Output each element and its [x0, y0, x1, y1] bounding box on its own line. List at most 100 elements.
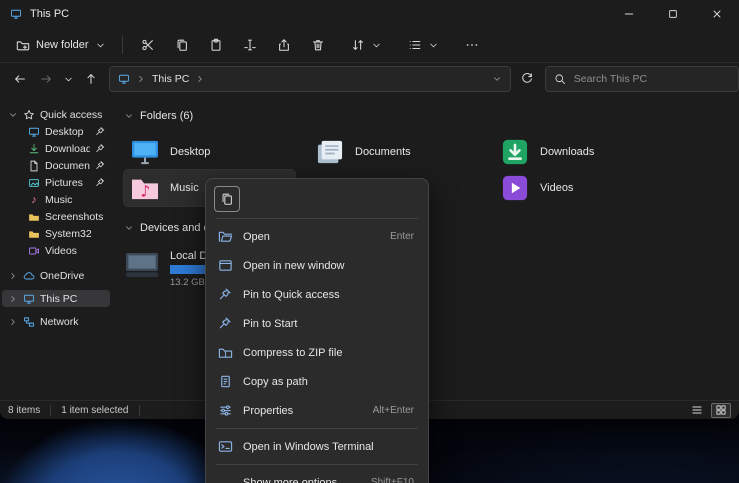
downloads-icon — [28, 143, 40, 155]
share-button[interactable] — [277, 34, 291, 56]
menu-separator — [216, 428, 418, 429]
pin-icon — [218, 287, 233, 302]
documents-folder-icon — [315, 139, 345, 165]
chevron-down-icon — [124, 111, 134, 121]
pin-icon — [95, 143, 106, 154]
folder-icon — [28, 228, 40, 240]
menu-item-open[interactable]: Open Enter — [210, 222, 424, 251]
sidebar-label: Desktop — [45, 126, 84, 138]
network-icon — [23, 316, 35, 328]
desktop-icon — [28, 126, 40, 138]
window-title: This PC — [30, 8, 69, 20]
folder-tile-videos[interactable]: Videos — [494, 170, 665, 206]
toolbar-right — [343, 34, 487, 56]
menu-item-label: Open in Windows Terminal — [243, 441, 374, 453]
copy-button[interactable] — [214, 186, 240, 212]
sidebar-item-documents[interactable]: Documents — [2, 157, 110, 174]
paste-button[interactable] — [209, 34, 223, 56]
folder-tile-documents[interactable]: Documents — [309, 134, 480, 170]
refresh-button[interactable] — [517, 69, 537, 89]
pin-icon — [95, 177, 106, 188]
sort-icon — [351, 38, 365, 52]
sidebar-item-downloads[interactable]: Downloads — [2, 140, 110, 157]
sidebar-item-videos[interactable]: Videos — [2, 242, 110, 259]
selection-count: 1 item selected — [61, 405, 128, 416]
back-button[interactable] — [10, 69, 30, 89]
up-button[interactable] — [81, 69, 101, 89]
hard-drive-icon — [124, 250, 160, 280]
address-bar[interactable]: This PC — [109, 66, 511, 92]
delete-button[interactable] — [311, 34, 325, 56]
menu-item-open-in-new-window[interactable]: Open in new window — [210, 251, 424, 280]
delete-icon — [311, 38, 325, 52]
sort-button[interactable] — [343, 34, 390, 56]
search-input[interactable] — [572, 72, 730, 86]
forward-button[interactable] — [36, 69, 56, 89]
menu-item-pin-to-quick-access[interactable]: Pin to Quick access — [210, 280, 424, 309]
folders-header-label: Folders (6) — [140, 110, 193, 122]
folder-name: Desktop — [170, 146, 210, 158]
menu-item-label: Copy as path — [243, 376, 308, 388]
cut-button[interactable] — [141, 34, 155, 56]
terminal-icon — [218, 439, 233, 454]
folder-tile-downloads[interactable]: Downloads — [494, 134, 665, 170]
view-button[interactable] — [400, 34, 447, 56]
sidebar-item-network[interactable]: Network — [2, 313, 110, 330]
pin-icon — [95, 126, 106, 137]
this-pc-icon — [23, 293, 35, 305]
menu-item-label: Open — [243, 231, 270, 243]
sidebar-item-desktop[interactable]: Desktop — [2, 123, 110, 140]
chevron-down-icon — [124, 223, 134, 233]
music-note-icon: ♪ — [28, 194, 40, 206]
status-divider — [139, 405, 140, 416]
chevron-down-icon — [371, 40, 382, 51]
maximize-button[interactable] — [651, 0, 695, 28]
sidebar-item-system32[interactable]: System32 — [2, 225, 110, 242]
window-controls — [607, 0, 739, 28]
context-menu: Open Enter Open in new window Pin to Qui… — [205, 178, 429, 483]
menu-item-compress-to-zip[interactable]: Compress to ZIP file — [210, 338, 424, 367]
chevron-right-icon — [8, 271, 18, 281]
copy-path-icon — [218, 374, 233, 389]
paste-icon — [209, 38, 223, 52]
new-folder-label: New folder — [36, 39, 89, 51]
downloads-folder-icon — [500, 139, 530, 165]
minimize-button[interactable] — [607, 0, 651, 28]
recent-locations-button[interactable] — [60, 71, 77, 88]
sidebar-item-quick-access[interactable]: Quick access — [2, 106, 110, 123]
search-box[interactable] — [545, 66, 739, 92]
more-options-button[interactable] — [457, 34, 487, 56]
menu-item-copy-as-path[interactable]: Copy as path — [210, 367, 424, 396]
sidebar-item-screenshots[interactable]: Screenshots — [2, 208, 110, 225]
address-dropdown-icon[interactable] — [492, 74, 502, 84]
thumbnails-view-button[interactable] — [711, 403, 731, 418]
new-folder-button[interactable]: New folder — [8, 34, 114, 56]
rename-button[interactable] — [243, 34, 257, 56]
sidebar-item-music[interactable]: ♪ Music — [2, 191, 110, 208]
menu-item-open-in-windows-terminal[interactable]: Open in Windows Terminal — [210, 432, 424, 461]
menu-item-label: Show more options — [243, 477, 337, 483]
menu-item-properties[interactable]: Properties Alt+Enter — [210, 396, 424, 425]
sidebar-item-pictures[interactable]: Pictures — [2, 174, 110, 191]
menu-item-pin-to-start[interactable]: Pin to Start — [210, 309, 424, 338]
sidebar-label: Screenshots — [45, 211, 103, 223]
sidebar-label: Pictures — [45, 177, 83, 189]
breadcrumb[interactable]: This PC — [152, 73, 189, 85]
chevron-right-icon — [8, 317, 18, 327]
video-icon — [28, 245, 40, 257]
zip-icon — [218, 345, 233, 360]
details-view-button[interactable] — [687, 403, 707, 418]
copy-button[interactable] — [175, 34, 189, 56]
sidebar-label: Videos — [45, 245, 77, 257]
menu-item-show-more-options[interactable]: Show more options Shift+F10 — [210, 468, 424, 483]
toolbar-icons — [141, 34, 325, 56]
close-button[interactable] — [695, 0, 739, 28]
folder-tile-desktop[interactable]: Desktop — [124, 134, 295, 170]
sidebar-item-this-pc[interactable]: This PC — [2, 290, 110, 307]
properties-icon — [218, 403, 233, 418]
chevron-right-icon — [8, 294, 18, 304]
menu-item-label: Pin to Start — [243, 318, 297, 330]
sidebar-item-onedrive[interactable]: OneDrive — [2, 267, 110, 284]
folders-section-header[interactable]: Folders (6) — [124, 108, 739, 124]
sidebar-label: System32 — [45, 228, 92, 240]
